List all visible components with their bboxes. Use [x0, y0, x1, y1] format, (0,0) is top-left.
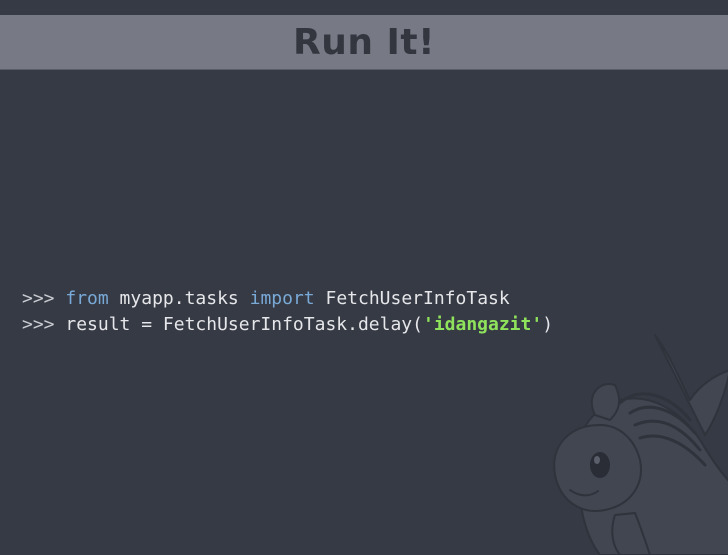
call-expression: result = FetchUserInfoTask.delay(: [65, 314, 423, 335]
pony-mascot-icon: [553, 334, 728, 555]
slide-title: Run It!: [292, 22, 436, 63]
prompt: >>>: [22, 314, 66, 335]
keyword-from: from: [65, 288, 109, 309]
keyword-import: import: [249, 288, 315, 309]
module-name: myapp.tasks: [108, 288, 250, 309]
code-line-2: >>> result = FetchUserInfoTask.delay('id…: [22, 312, 553, 338]
code-block: >>> from myapp.tasks import FetchUserInf…: [22, 286, 553, 338]
top-strip: [0, 0, 728, 15]
string-argument: 'idangazit': [422, 314, 543, 335]
code-line-1: >>> from myapp.tasks import FetchUserInf…: [22, 286, 553, 312]
title-bar: Run It!: [0, 15, 728, 70]
prompt: >>>: [22, 288, 66, 309]
imported-name: FetchUserInfoTask: [314, 288, 510, 309]
